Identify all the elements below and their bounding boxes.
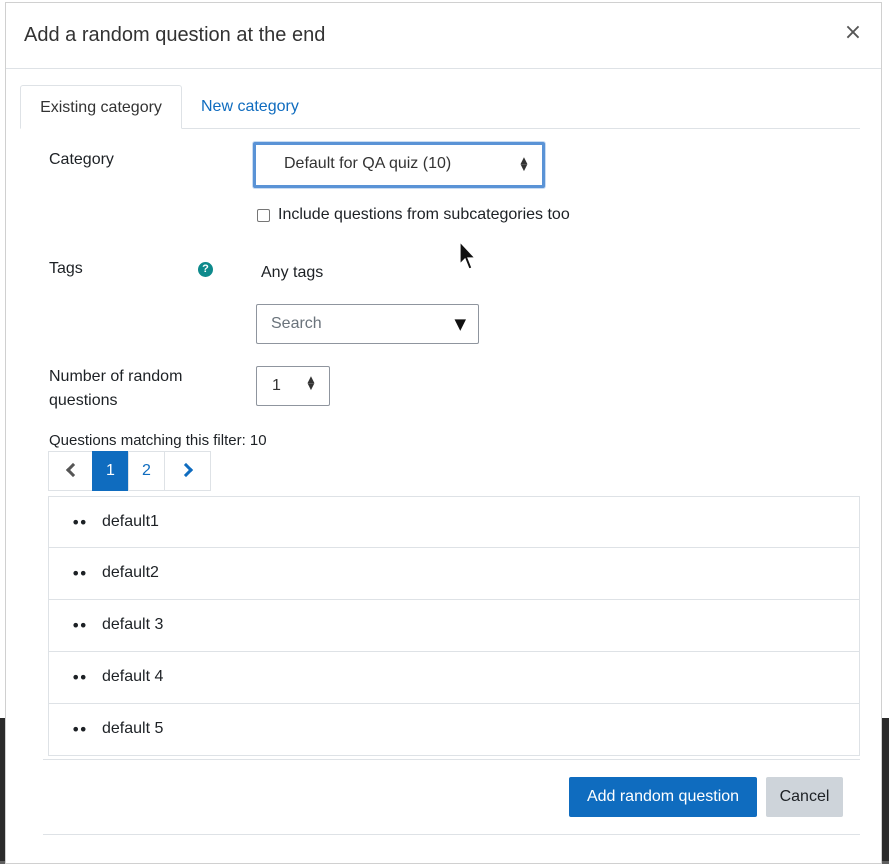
close-icon[interactable]: ×	[843, 21, 863, 45]
modal-header: Add a random question at the end ×	[6, 3, 881, 69]
pagination-page-2[interactable]: 2	[128, 451, 165, 491]
pagination-prev-button[interactable]	[48, 451, 93, 491]
question-name: default 4	[102, 668, 164, 685]
list-item: •• default1	[48, 496, 860, 548]
footer-divider	[43, 759, 860, 760]
tab-new-category[interactable]: New category	[183, 85, 317, 129]
question-name: default 3	[102, 616, 164, 633]
list-item: •• default2	[48, 548, 860, 600]
list-item: •• default 5	[48, 704, 860, 756]
category-select[interactable]: Default for QA quiz (10) ▲ ▼	[253, 142, 545, 188]
question-list: •• default1 •• default2 •• default 3 •• …	[48, 496, 860, 756]
category-select-value: Default for QA quiz (10)	[284, 155, 452, 172]
tags-current-value: Any tags	[261, 264, 324, 281]
pagination-next-button[interactable]	[164, 451, 211, 491]
select-arrows-icon: ▲ ▼	[307, 375, 315, 392]
tags-search-placeholder: Search	[271, 315, 322, 332]
tags-search-input[interactable]: Search ▼	[256, 304, 479, 344]
number-label-line2: questions	[49, 392, 118, 409]
list-item: •• default 4	[48, 652, 860, 704]
mouse-cursor-icon	[459, 241, 477, 270]
bullet-icon: ••	[71, 513, 88, 532]
chevron-left-icon	[65, 462, 80, 478]
include-subcategories-checkbox[interactable]	[257, 209, 270, 222]
select-arrows-icon: ▲ ▼	[520, 156, 528, 173]
footer-divider-bottom	[43, 834, 860, 835]
cancel-button[interactable]: Cancel	[766, 777, 843, 817]
question-name: default2	[102, 564, 159, 581]
include-subcategories-label[interactable]: Include questions from subcategories too	[278, 206, 570, 224]
number-of-questions-select[interactable]: 1 ▲ ▼	[256, 366, 330, 406]
list-item: •• default 3	[48, 600, 860, 652]
pagination-page-1[interactable]: 1	[92, 451, 129, 491]
help-icon[interactable]: ?	[198, 262, 213, 277]
bullet-icon: ••	[71, 720, 88, 739]
dropdown-triangle-icon[interactable]: ▼	[454, 315, 466, 333]
bullet-icon: ••	[71, 564, 88, 583]
tab-existing-category[interactable]: Existing category	[20, 85, 182, 129]
number-label-line1: Number of random	[49, 368, 183, 385]
category-tabs: Existing category New category	[20, 85, 860, 129]
bullet-icon: ••	[71, 668, 88, 687]
chevron-right-icon	[178, 462, 193, 478]
question-name: default 5	[102, 720, 164, 737]
bullet-icon: ••	[71, 616, 88, 635]
tags-label: Tags	[49, 260, 83, 277]
number-select-value: 1	[272, 377, 281, 394]
question-name: default1	[102, 513, 159, 530]
category-label: Category	[49, 151, 114, 168]
modal-title: Add a random question at the end	[24, 24, 326, 46]
matching-filter-text: Questions matching this filter: 10	[49, 432, 267, 449]
add-random-question-button[interactable]: Add random question	[569, 777, 757, 817]
